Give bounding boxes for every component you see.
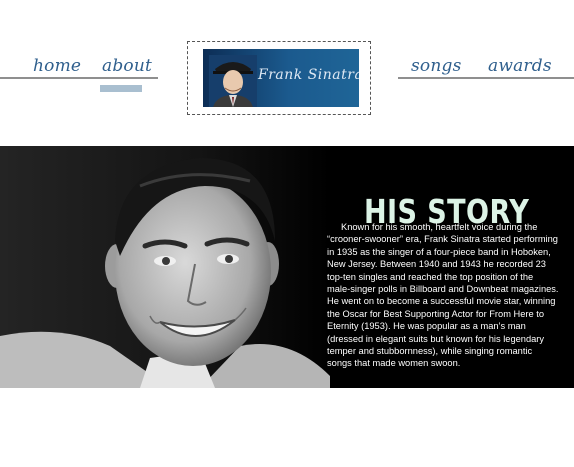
nav-link-about[interactable]: about <box>102 56 152 76</box>
logo-signature: Frank Sinatra <box>258 67 359 83</box>
nav-divider-left <box>0 77 158 79</box>
sinatra-logo-portrait <box>209 55 257 107</box>
his-story-hero: HIS STORY Known for his smooth, heartfel… <box>0 146 574 388</box>
logo-link[interactable]: Frank Sinatra <box>187 41 371 115</box>
active-nav-indicator <box>100 85 142 92</box>
logo-banner: Frank Sinatra <box>203 49 359 107</box>
nav-divider-right <box>398 77 574 79</box>
nav-link-home[interactable]: home <box>33 56 81 76</box>
sinatra-portrait-photo <box>0 146 330 388</box>
nav-link-awards[interactable]: awards <box>488 56 552 76</box>
nav-link-songs[interactable]: songs <box>411 56 462 76</box>
story-body: Known for his smooth, heartfelt voice du… <box>327 222 559 369</box>
